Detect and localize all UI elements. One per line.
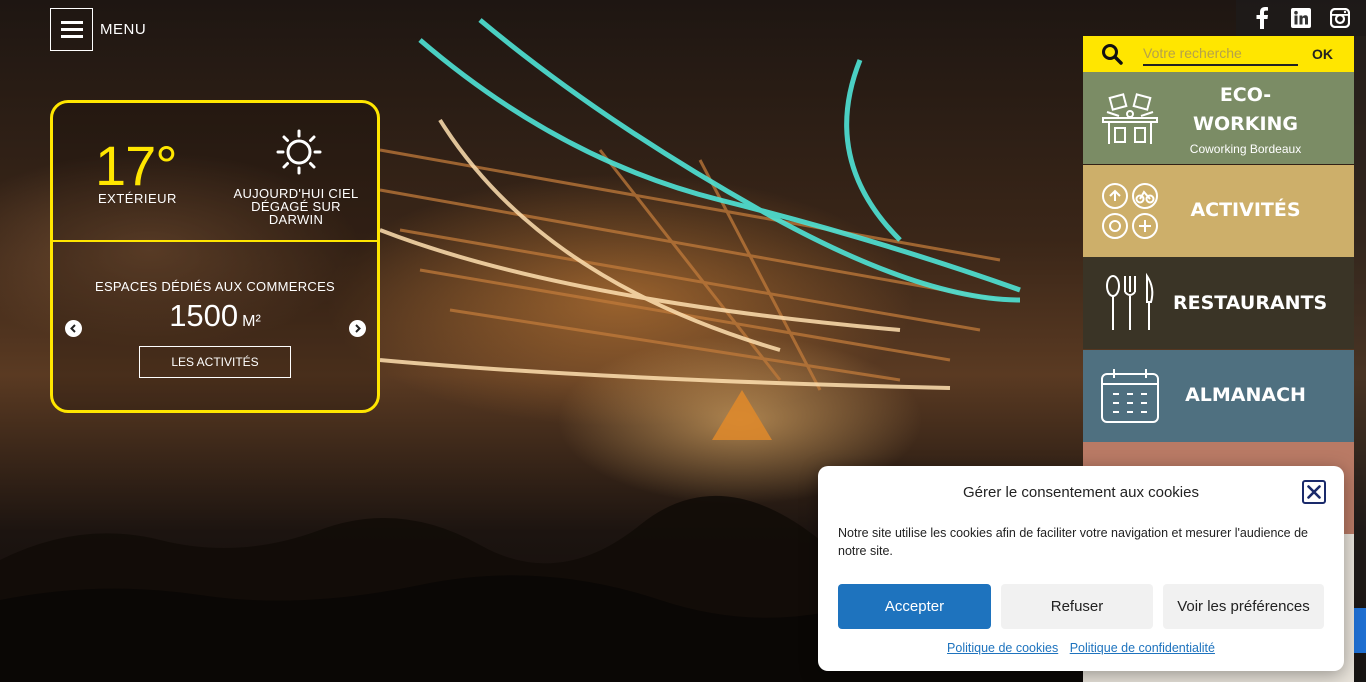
cutlery-icon [1106, 272, 1154, 330]
info-box: 17° EXTÉRIEUR AUJOURD'HUI CIEL DÉGAGÉ SU… [50, 100, 380, 413]
cookie-consent-dialog: Gérer le consentement aux cookies Notre … [818, 466, 1344, 671]
activities-icon [1102, 183, 1158, 239]
privacy-policy-link[interactable]: Politique de confidentialité [1070, 641, 1215, 655]
facebook-icon[interactable] [1251, 7, 1273, 29]
stat-label: ESPACES DÉDIÉS AUX COMMERCES [94, 279, 336, 294]
menu-button[interactable] [50, 8, 93, 51]
stat-value: 1500 M² [53, 298, 377, 334]
cookie-links: Politique de cookies Politique de confid… [818, 641, 1344, 655]
stat-number: 1500 [169, 298, 239, 333]
tile-title: RESTAURANTS [1173, 292, 1328, 314]
tile-subtitle: Coworking Bordeaux [1189, 142, 1302, 156]
weather-description: AUJOURD'HUI CIEL DÉGAGÉ SUR DARWIN [233, 186, 359, 227]
tile-restaurants[interactable]: RESTAURANTS [1083, 257, 1354, 349]
tile-title: ECO-WORKING [1192, 84, 1299, 135]
right-gutter [1354, 36, 1366, 682]
cookie-title: Gérer le consentement aux cookies [963, 484, 1199, 501]
tile-eco-working[interactable]: ECO-WORKING Coworking Bordeaux [1083, 72, 1354, 164]
preferences-button[interactable]: Voir les préférences [1163, 584, 1324, 629]
accept-button[interactable]: Accepter [838, 584, 991, 629]
linkedin-icon[interactable] [1290, 7, 1312, 29]
chevron-right-icon [355, 324, 361, 333]
cookie-text: Notre site utilise les cookies afin de f… [838, 526, 1308, 558]
activities-button[interactable]: LES ACTIVITÉS [139, 346, 291, 378]
search-ok-button[interactable]: OK [1312, 46, 1333, 62]
cookie-close-button[interactable] [1302, 480, 1326, 504]
search-icon[interactable] [1101, 43, 1123, 65]
social-links [1236, 0, 1366, 36]
search-bar: OK [1083, 36, 1354, 72]
sun-icon [276, 129, 322, 175]
temperature-value: 17° [95, 134, 178, 197]
tile-title: ALMANACH [1185, 384, 1306, 406]
stats-slider: ESPACES DÉDIÉS AUX COMMERCES 1500 M² LES … [53, 244, 377, 414]
menu-label[interactable]: MENU [100, 21, 146, 38]
tile-activites[interactable]: ACTIVITÉS [1083, 165, 1354, 257]
coworking-icon [1102, 93, 1158, 144]
stat-unit: M² [242, 313, 261, 330]
refuse-button[interactable]: Refuser [1001, 584, 1153, 629]
instagram-icon[interactable] [1329, 7, 1351, 29]
hamburger-icon [60, 21, 83, 24]
temperature-label: EXTÉRIEUR [98, 191, 177, 206]
tile-title: ACTIVITÉS [1190, 199, 1301, 221]
search-input[interactable] [1143, 42, 1298, 66]
close-icon [1307, 485, 1321, 499]
side-tab[interactable] [1354, 608, 1366, 653]
slider-next-button[interactable] [349, 320, 366, 337]
weather-section: 17° EXTÉRIEUR AUJOURD'HUI CIEL DÉGAGÉ SU… [53, 103, 377, 242]
cookie-policy-link[interactable]: Politique de cookies [947, 641, 1058, 655]
calendar-icon [1101, 369, 1159, 423]
tile-almanach[interactable]: ALMANACH [1083, 350, 1354, 442]
